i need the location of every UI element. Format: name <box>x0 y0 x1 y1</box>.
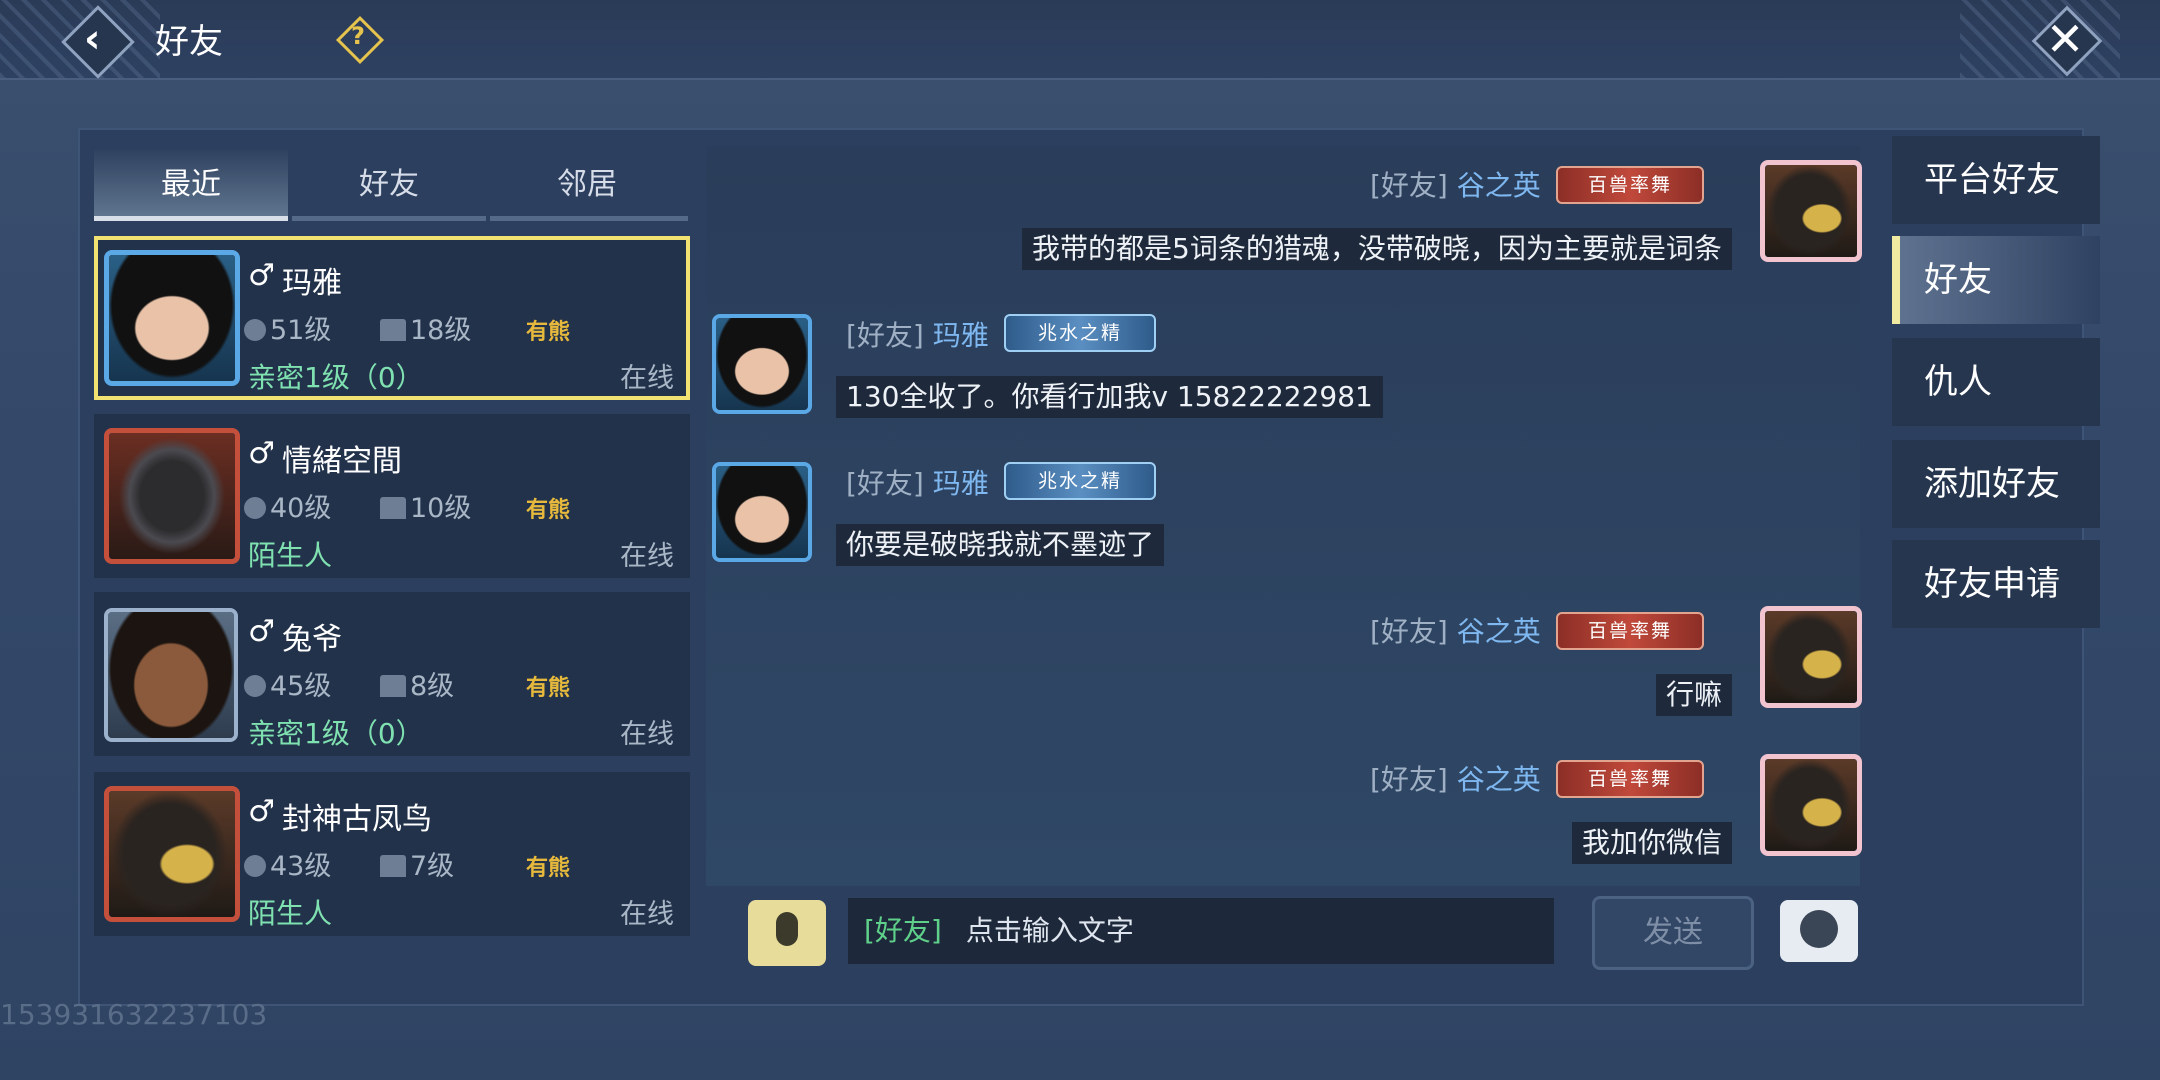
input-channel-label: [好友] <box>864 914 942 947</box>
message-header: [好友] 谷之英 <box>1370 615 1541 648</box>
level-icon <box>244 855 266 877</box>
help-icon: ? <box>351 22 365 50</box>
side-menu-friends[interactable]: 好友 <box>1892 236 2100 324</box>
online-status: 在线 <box>620 541 674 572</box>
page-title: 好友 <box>155 22 223 62</box>
house-icon <box>380 319 406 341</box>
emoji-icon <box>1800 910 1838 948</box>
send-button[interactable]: 发送 <box>1592 896 1754 970</box>
back-icon: ‹ <box>84 16 101 62</box>
title-badge: 百兽率舞 <box>1556 166 1704 204</box>
message-bubble: 130全收了。你看行加我v 15822222981 <box>836 376 1383 418</box>
uid-watermark: 153931632237103 <box>0 998 268 1031</box>
avatar[interactable] <box>1760 160 1862 262</box>
friend-level: 43级 <box>244 844 331 883</box>
friend-house-level: 7级 <box>380 844 454 883</box>
message-header: [好友] 玛雅 <box>846 467 989 500</box>
status-tag: 有熊 <box>526 498 571 523</box>
relation-label: 亲密1级（0） <box>248 717 424 750</box>
message-bubble: 我加你微信 <box>1572 822 1733 864</box>
side-menu-platform-friends[interactable]: 平台好友 <box>1892 136 2100 224</box>
chat-input[interactable]: [好友] 点击输入文字 <box>848 898 1554 964</box>
emoji-button[interactable] <box>1780 900 1858 962</box>
online-status: 在线 <box>620 899 674 930</box>
message-bubble: 你要是破晓我就不墨迹了 <box>836 524 1165 566</box>
status-tag: 有熊 <box>526 676 571 701</box>
tab-friends-underline <box>292 216 486 221</box>
friend-house-level: 10级 <box>380 486 471 525</box>
tab-neighbors[interactable]: 邻居 <box>490 150 684 220</box>
title-badge: 兆水之精 <box>1004 314 1156 352</box>
help-button[interactable]: ? <box>335 15 385 65</box>
back-button[interactable]: ‹ <box>61 5 135 79</box>
tab-recent-underline <box>94 216 288 221</box>
house-icon <box>380 675 406 697</box>
tab-recent[interactable]: 最近 <box>94 150 288 220</box>
close-button[interactable]: ✕ <box>2030 4 2103 77</box>
message-header: [好友] 玛雅 <box>846 319 989 352</box>
title-badge: 百兽率舞 <box>1556 760 1704 798</box>
tab-friends[interactable]: 好友 <box>292 150 486 220</box>
avatar <box>104 250 240 386</box>
status-tag: 有熊 <box>526 856 571 881</box>
avatar <box>104 428 240 564</box>
avatar[interactable] <box>1760 754 1862 856</box>
level-icon <box>244 675 266 697</box>
tab-neighbors-underline <box>490 216 688 221</box>
friend-level: 40级 <box>244 486 331 525</box>
side-menu-enemies[interactable]: 仇人 <box>1892 338 2100 426</box>
side-menu-add-friend[interactable]: 添加好友 <box>1892 440 2100 528</box>
level-icon <box>244 497 266 519</box>
friend-level: 51级 <box>244 308 331 347</box>
title-badge: 百兽率舞 <box>1556 612 1704 650</box>
message-header: [好友] 谷之英 <box>1370 763 1541 796</box>
relation-label: 亲密1级（0） <box>248 361 424 394</box>
level-icon <box>244 319 266 341</box>
input-placeholder: 点击输入文字 <box>965 914 1134 947</box>
online-status: 在线 <box>620 363 674 394</box>
house-icon <box>380 855 406 877</box>
title-badge: 兆水之精 <box>1004 462 1156 500</box>
gender-icon: ♂ <box>248 614 275 649</box>
friend-name: 兔爷 <box>282 622 342 657</box>
voice-button[interactable] <box>748 900 826 966</box>
online-status: 在线 <box>620 719 674 750</box>
avatar[interactable] <box>1760 606 1862 708</box>
friend-house-level: 18级 <box>380 308 471 347</box>
house-icon <box>380 497 406 519</box>
gender-icon: ♂ <box>248 794 275 829</box>
friend-name: 情緒空間 <box>282 444 402 479</box>
message-header: [好友] 谷之英 <box>1370 169 1541 202</box>
friend-level: 45级 <box>244 664 331 703</box>
gender-icon: ♂ <box>248 258 275 293</box>
top-bar <box>0 0 2160 80</box>
avatar[interactable] <box>712 462 812 562</box>
avatar <box>104 608 238 742</box>
avatar[interactable] <box>712 314 812 414</box>
side-menu-friend-requests[interactable]: 好友申请 <box>1892 540 2100 628</box>
relation-label: 陌生人 <box>248 897 333 930</box>
friend-house-level: 8级 <box>380 664 454 703</box>
friend-name: 封神古凤鸟 <box>282 802 432 837</box>
avatar <box>104 786 240 922</box>
message-bubble: 我带的都是5词条的猎魂，没带破晓，因为主要就是词条 <box>1022 228 1732 270</box>
friend-name: 玛雅 <box>282 266 342 301</box>
status-tag: 有熊 <box>526 320 571 345</box>
message-bubble: 行嘛 <box>1656 674 1733 716</box>
gender-icon: ♂ <box>248 436 275 471</box>
microphone-icon <box>776 912 798 946</box>
relation-label: 陌生人 <box>248 539 333 572</box>
close-icon: ✕ <box>2045 12 2085 66</box>
